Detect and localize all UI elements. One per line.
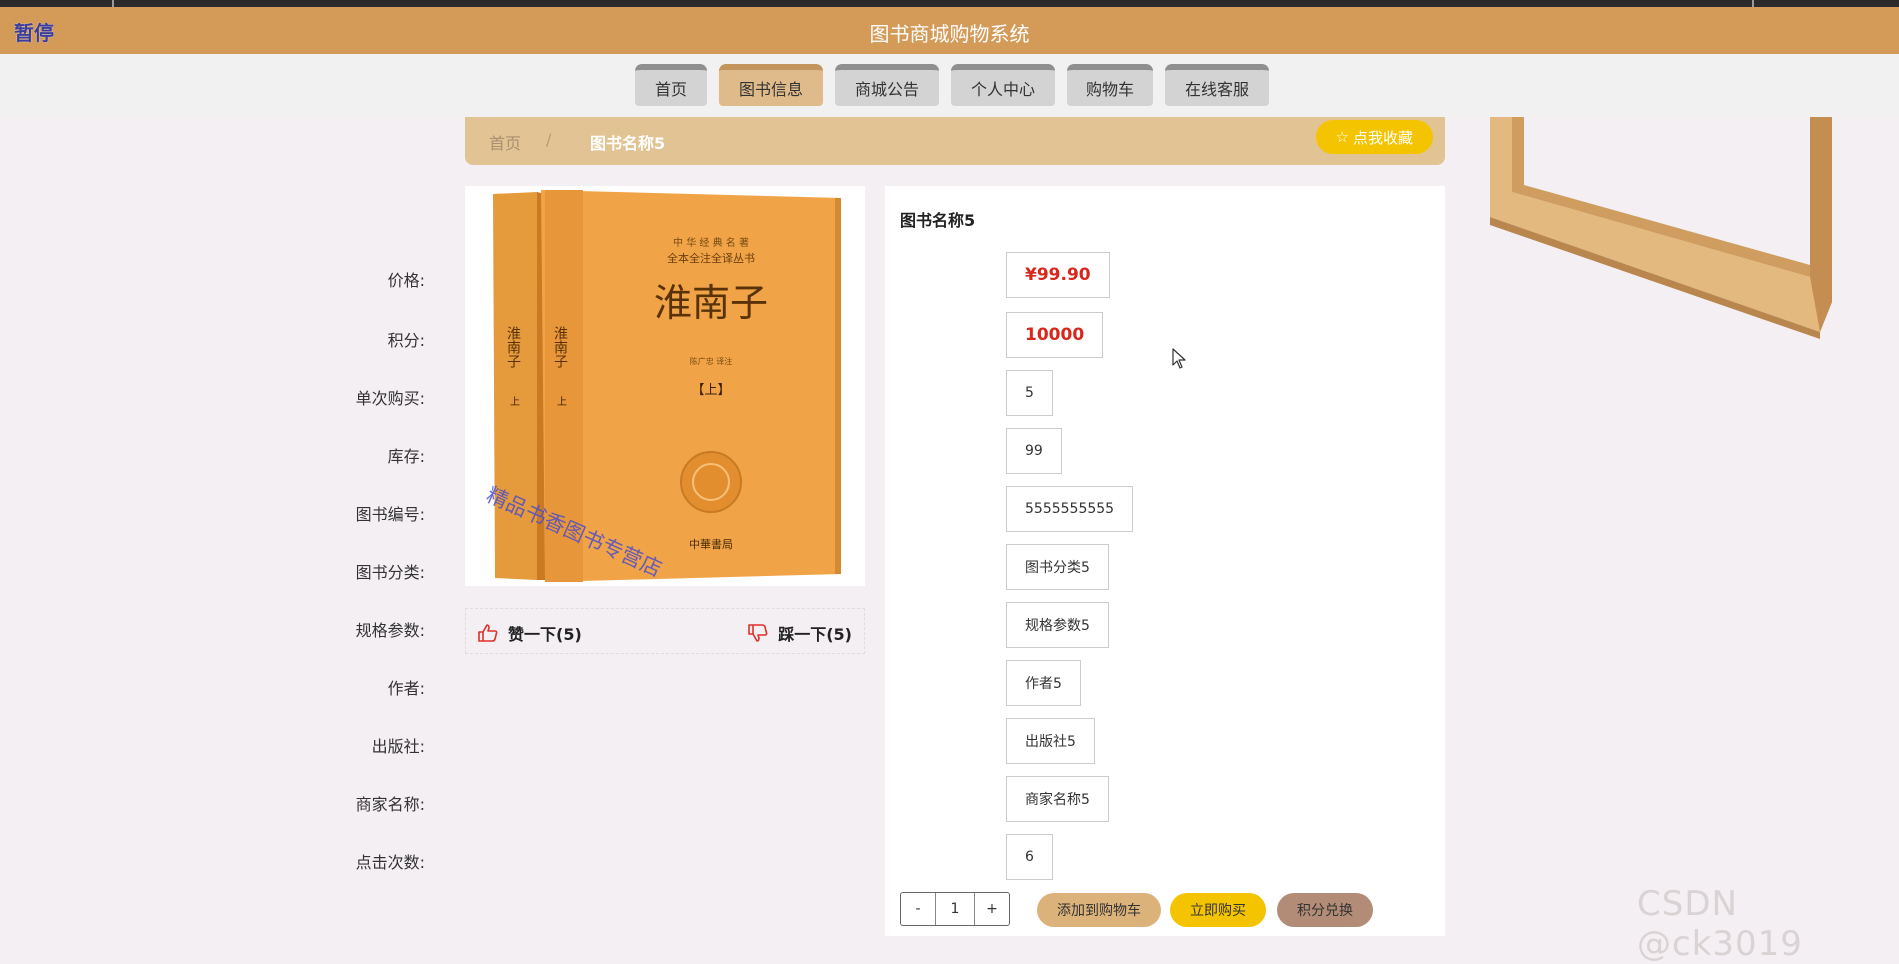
author-label: 作者: — [387, 679, 425, 698]
spine-title-2: 淮南子 — [552, 326, 568, 368]
strip-divider — [1752, 0, 1754, 7]
clicks-value: 6 — [1006, 834, 1053, 880]
strip-divider — [112, 0, 114, 7]
points-label: 积分: — [387, 331, 425, 350]
quantity-input[interactable]: 1 — [935, 893, 975, 925]
cover-series2-text: 全本全注全译丛书 — [667, 251, 755, 265]
single-purchase-value: 5 — [1006, 370, 1053, 416]
publisher-mark: 中華書局 — [689, 537, 733, 551]
site-title: 图书商城购物系统 — [869, 22, 1030, 46]
breadcrumb: 首页 / 图书名称5 ☆ 点我收藏 — [465, 117, 1445, 165]
tab-customer-service[interactable]: 在线客服 — [1165, 64, 1269, 106]
book-title: 图书名称5 — [900, 211, 976, 230]
spec-value: 规格参数5 — [1006, 602, 1109, 648]
publisher-value: 出版社5 — [1006, 718, 1095, 764]
single-purchase-label: 单次购买: — [355, 389, 425, 408]
spine-vol-2: 上 — [555, 396, 567, 406]
like-label: 赞一下(5) — [508, 625, 582, 644]
category-value: 图书分类5 — [1006, 544, 1109, 590]
main-nav: 首页 图书信息 商城公告 个人中心 购物车 在线客服 — [0, 54, 1899, 117]
price-label: 价格: — [387, 271, 425, 290]
thumbs-down-icon — [748, 624, 768, 642]
nav-tabs: 首页 图书信息 商城公告 个人中心 购物车 在线客服 — [635, 64, 1281, 106]
merchant-value: 商家名称5 — [1006, 776, 1109, 822]
quantity-minus-button[interactable]: - — [901, 893, 935, 925]
cover-series-text: 中 华 经 典 名 著 — [673, 236, 749, 249]
quantity-stepper: - 1 + — [900, 892, 1010, 926]
tab-announcements[interactable]: 商城公告 — [835, 64, 939, 106]
publisher-label: 出版社: — [371, 737, 425, 756]
author-value: 作者5 — [1006, 660, 1081, 706]
favorite-label: 点我收藏 — [1352, 128, 1413, 147]
tab-home[interactable]: 首页 — [635, 64, 707, 106]
tab-cart[interactable]: 购物车 — [1067, 64, 1153, 106]
cover-title-text: 淮南子 — [654, 281, 768, 325]
breadcrumb-home[interactable]: 首页 — [489, 130, 521, 154]
category-label: 图书分类: — [355, 563, 425, 582]
merchant-label: 商家名称: — [355, 795, 425, 814]
spine-title-1: 淮南子 — [505, 326, 521, 368]
book-detail-panel: 图书名称5 价格: ¥99.90 积分: 10000 单次购买: 5 库存: 9… — [356, 186, 1445, 936]
price-value: ¥99.90 — [1006, 252, 1110, 298]
points-value: 10000 — [1006, 312, 1104, 358]
dislike-label: 踩一下(5) — [778, 625, 852, 644]
decorative-frame — [1490, 117, 1832, 339]
book-number-label: 图书编号: — [355, 505, 425, 524]
buy-now-button[interactable]: 立即购买 — [1170, 893, 1266, 927]
like-button[interactable]: 赞一下(5) — [478, 621, 582, 645]
quantity-plus-button[interactable]: + — [975, 893, 1009, 925]
stock-label: 库存: — [387, 447, 425, 466]
thumbs-up-icon — [478, 624, 498, 642]
favorite-button[interactable]: ☆ 点我收藏 — [1315, 120, 1433, 154]
watermark: CSDN @ck3019 — [1637, 884, 1803, 964]
book-cover-image: 中 华 经 典 名 著 全本全注全译丛书 淮南子 陈广忠 译注 【上】 中華書局… — [465, 186, 865, 586]
vote-bar: 赞一下(5) 踩一下(5) — [465, 608, 865, 654]
title-bar: 暂停 图书商城购物系统 — [0, 7, 1899, 55]
tab-book-info[interactable]: 图书信息 — [719, 64, 823, 106]
top-strip — [0, 0, 1899, 7]
mouse-cursor-icon — [1172, 348, 1186, 369]
dislike-button[interactable]: 踩一下(5) — [748, 621, 852, 645]
spec-label: 规格参数: — [355, 621, 425, 640]
cover-author-text: 陈广忠 译注 — [690, 356, 733, 366]
book-number-value: 5555555555 — [1006, 486, 1134, 532]
cover-volume-text: 【上】 — [691, 383, 730, 398]
star-icon: ☆ — [1335, 128, 1349, 146]
stock-value: 99 — [1006, 428, 1062, 474]
add-to-cart-button[interactable]: 添加到购物车 — [1037, 893, 1161, 927]
tab-personal-center[interactable]: 个人中心 — [951, 64, 1055, 106]
spine-vol-1: 上 — [508, 396, 520, 406]
points-exchange-button[interactable]: 积分兑换 — [1277, 893, 1373, 927]
breadcrumb-separator: / — [546, 130, 552, 149]
clicks-label: 点击次数: — [355, 853, 425, 872]
breadcrumb-current: 图书名称5 — [590, 134, 666, 153]
